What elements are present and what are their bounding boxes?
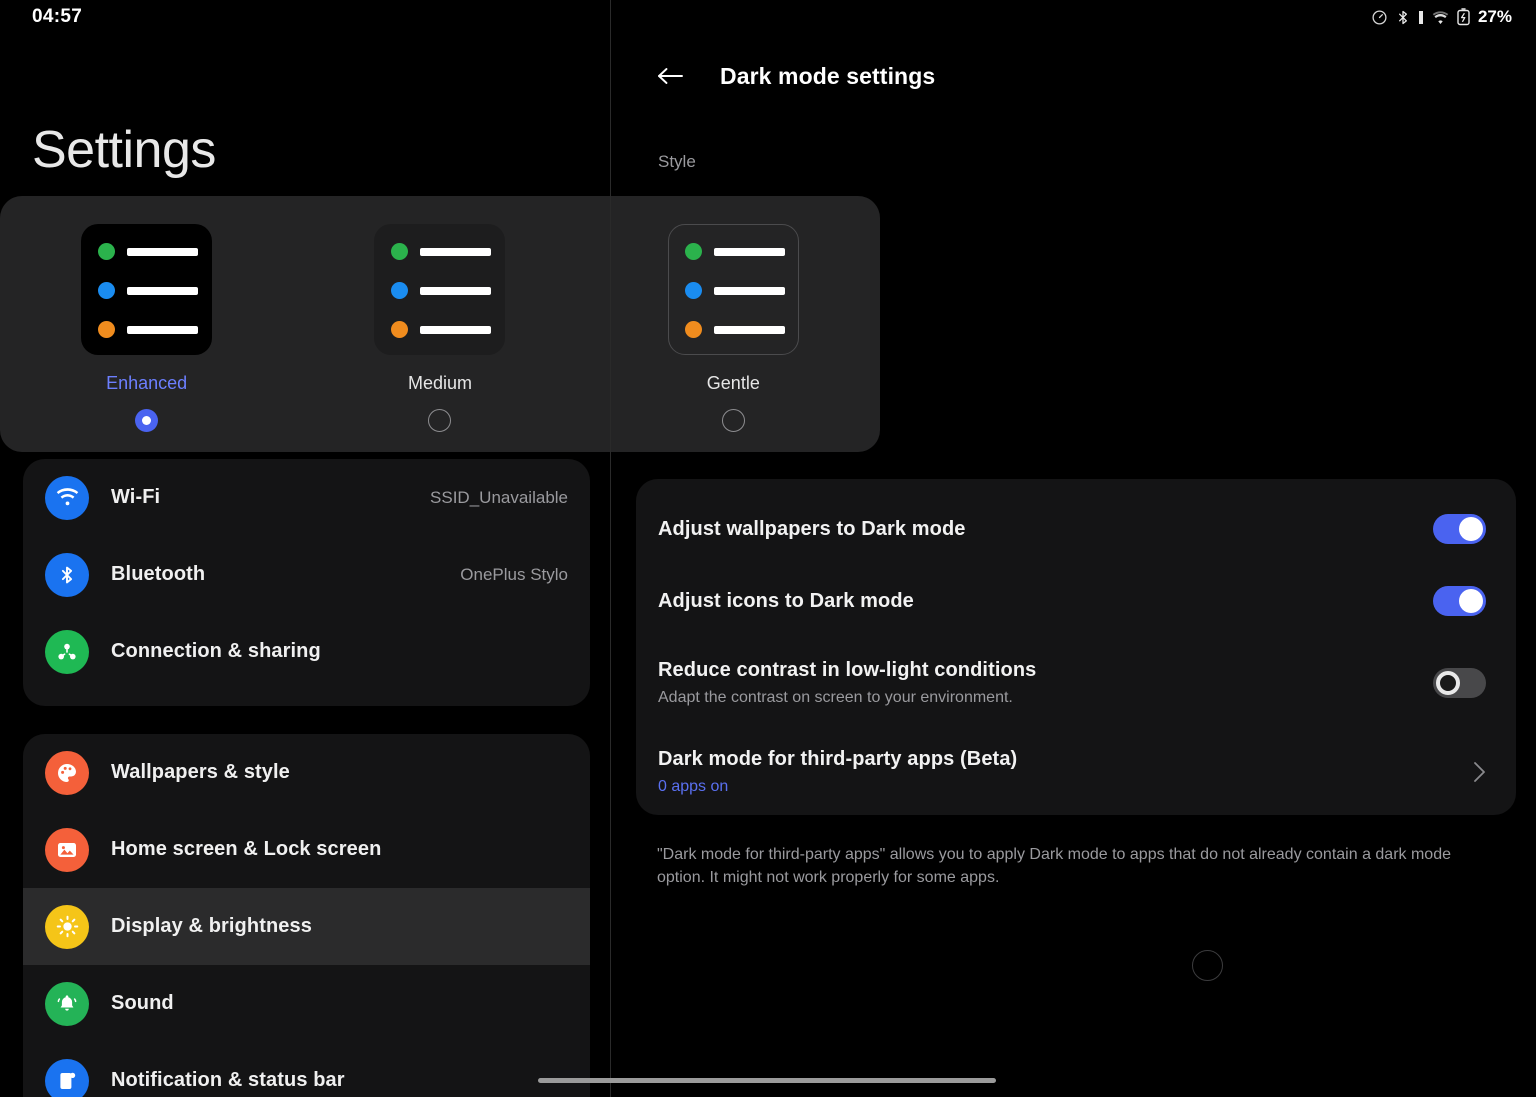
style-radio-medium[interactable] — [428, 409, 452, 432]
sidebar-item-bluetooth[interactable]: Bluetooth OnePlus Stylo — [23, 536, 590, 613]
row-title: Reduce contrast in low-light conditions — [658, 659, 1037, 681]
sidebar-item-connection-sharing[interactable]: Connection & sharing — [23, 613, 590, 690]
sidebar-item-home-lock-screen[interactable]: Home screen & Lock screen — [23, 811, 590, 888]
sun-icon — [45, 904, 89, 949]
style-label: Medium — [407, 373, 472, 393]
style-preview-medium — [374, 224, 506, 355]
signal-bar-icon — [1418, 10, 1424, 25]
style-option-enhanced[interactable]: Enhanced — [0, 224, 293, 432]
sidebar-item-display-brightness[interactable]: Display & brightness — [23, 888, 590, 965]
style-option-medium[interactable]: Medium — [293, 224, 586, 432]
style-section-label: Style — [658, 152, 696, 171]
sidebar-item-label: Display & brightness — [111, 915, 312, 937]
style-label: Gentle — [706, 373, 760, 393]
style-preview-enhanced — [81, 224, 213, 355]
bluetooth-icon — [1395, 9, 1411, 26]
row-reduce-contrast[interactable]: Reduce contrast in low-light conditions … — [636, 637, 1516, 729]
detail-header: Dark mode settings — [656, 62, 935, 90]
style-label: Enhanced — [106, 373, 188, 393]
style-options-card: Enhanced Medium Gentle — [0, 196, 880, 452]
style-radio-gentle[interactable] — [721, 409, 745, 432]
sidebar-item-value: SSID_Unavailable — [430, 487, 568, 507]
sidebar-item-label: Connection & sharing — [111, 640, 321, 662]
pane-divider — [610, 0, 611, 1097]
sidebar-item-wifi[interactable]: Wi-Fi SSID_Unavailable — [23, 459, 590, 536]
toggle-reduce-contrast[interactable] — [1433, 668, 1486, 698]
wifi-icon — [45, 475, 89, 520]
sidebar-item-wallpapers-style[interactable]: Wallpapers & style — [23, 734, 590, 811]
sidebar-item-label: Wi-Fi — [111, 486, 161, 508]
sidebar-item-label: Sound — [111, 992, 174, 1014]
sidebar-item-label: Bluetooth — [111, 563, 206, 585]
palette-icon — [45, 750, 89, 795]
notification-icon — [45, 1058, 89, 1097]
sidebar-item-notification-status-bar[interactable]: Notification & status bar — [23, 1042, 590, 1097]
toggle-adjust-wallpapers[interactable] — [1433, 514, 1486, 544]
settings-sidebar: Settings Search — [0, 0, 610, 1097]
speedometer-icon — [1371, 9, 1388, 26]
row-adjust-icons[interactable]: Adjust icons to Dark mode — [636, 565, 1516, 637]
third-party-status: 0 apps on — [658, 778, 729, 795]
status-bar: 04:57 27% — [0, 0, 1536, 34]
sidebar-item-sound[interactable]: Sound — [23, 965, 590, 1042]
row-subtitle: Adapt the contrast on screen to your env… — [658, 689, 1013, 706]
nav-home-indicator[interactable] — [1192, 950, 1223, 981]
back-arrow-icon[interactable] — [656, 62, 684, 90]
toggle-adjust-icons[interactable] — [1433, 586, 1486, 616]
page-title: Settings — [32, 121, 216, 179]
battery-percent: 27% — [1477, 7, 1512, 26]
settings-screen: 04:57 27% Settings Wi-Fi SSID_Unavailabl… — [0, 0, 1536, 1097]
sidebar-item-label: Notification & status bar — [111, 1069, 345, 1091]
status-icons: 27% — [1371, 7, 1512, 27]
connectivity-group: Wi-Fi SSID_Unavailable Bluetooth OnePlus… — [23, 459, 590, 706]
sidebar-item-label: Wallpapers & style — [111, 761, 290, 783]
display-group: Wallpapers & style Home screen & Lock sc… — [23, 734, 590, 1097]
style-radio-enhanced[interactable] — [135, 409, 159, 432]
row-third-party-apps[interactable]: Dark mode for third-party apps (Beta) 0 … — [636, 729, 1516, 815]
row-title: Adjust wallpapers to Dark mode — [658, 517, 966, 540]
sidebar-item-label: Home screen & Lock screen — [111, 838, 382, 860]
image-icon — [45, 827, 89, 872]
gesture-navigation-bar[interactable] — [538, 1078, 996, 1083]
dark-mode-options-card: Adjust wallpapers to Dark mode Adjust ic… — [636, 479, 1516, 815]
share-icon — [45, 629, 89, 674]
row-adjust-wallpapers[interactable]: Adjust wallpapers to Dark mode — [636, 493, 1516, 565]
status-clock: 04:57 — [32, 6, 83, 27]
style-option-gentle[interactable]: Gentle — [587, 224, 880, 432]
page-title: Dark mode settings — [720, 62, 936, 89]
row-title: Adjust icons to Dark mode — [658, 589, 914, 612]
bell-icon — [45, 981, 89, 1026]
sidebar-item-value: OnePlus Stylo — [460, 564, 568, 584]
wifi-icon — [1431, 10, 1450, 25]
bluetooth-icon — [45, 552, 89, 597]
footnote-text: "Dark mode for third-party apps" allows … — [657, 846, 1451, 887]
style-preview-gentle — [667, 224, 799, 355]
chevron-right-icon — [1473, 761, 1486, 783]
row-title: Dark mode for third-party apps (Beta) — [658, 748, 1018, 770]
battery-charging-icon — [1457, 8, 1470, 26]
